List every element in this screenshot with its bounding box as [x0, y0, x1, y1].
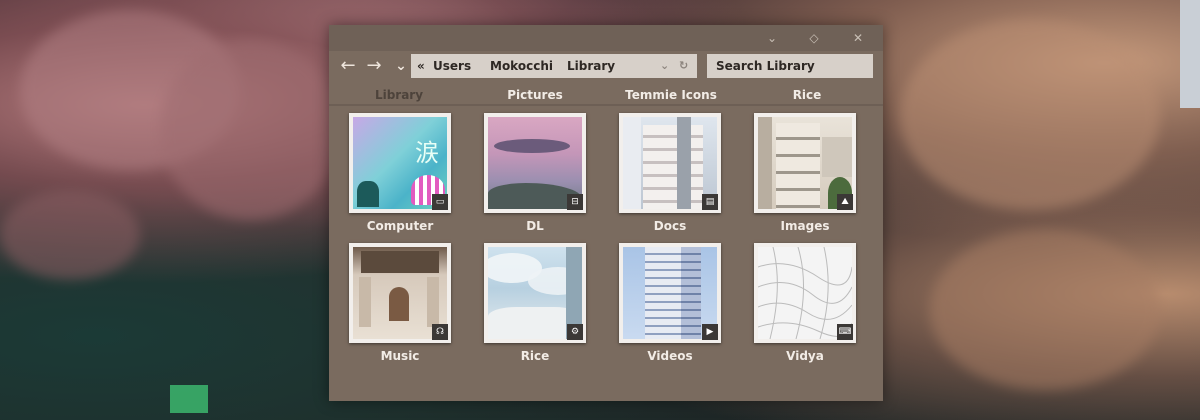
folder-thumbnail: ☊ [349, 243, 451, 343]
breadcrumb-item-users[interactable]: Users [433, 54, 471, 78]
breadcrumb-item-library[interactable]: Library [567, 54, 615, 78]
monitor-icon: ▭ [432, 194, 448, 210]
folder-dl[interactable]: ⊟ DL [484, 113, 588, 233]
folder-thumbnail: 涙 ▭ [349, 113, 451, 213]
arrow-right-icon: → [366, 55, 382, 76]
folder-vidya[interactable]: ⌨ Vidya [754, 243, 858, 363]
breadcrumb-overflow-button[interactable]: « [417, 54, 425, 78]
tab-library[interactable]: Library [331, 85, 467, 105]
chevron-down-icon[interactable]: ⌄ [660, 54, 669, 78]
wallpaper-blossom [160, 40, 340, 220]
toolbar: ← → ⌄ « Users Mokocchi Library ⌄ ↻ [329, 51, 883, 81]
folder-thumbnail: ⛰ [754, 113, 856, 213]
folder-label: Music [380, 349, 420, 363]
folder-label: Computer [366, 219, 434, 233]
video-icon: ▶ [702, 324, 718, 340]
settings-icon: ⚙ [567, 324, 583, 340]
headphones-icon: ☊ [432, 324, 448, 340]
folder-thumbnail: ⚙ [484, 243, 586, 343]
wallpaper-sky [1180, 0, 1200, 108]
breadcrumb: « Users Mokocchi Library ⌄ ↻ [411, 54, 697, 78]
folder-thumbnail: ⌨ [754, 243, 856, 343]
folder-rice[interactable]: ⚙ Rice [484, 243, 588, 363]
document-icon: ▤ [702, 194, 718, 210]
tab-rice[interactable]: Rice [739, 85, 875, 105]
folder-label: Images [780, 219, 830, 233]
folder-thumbnail: ▶ [619, 243, 721, 343]
folder-computer[interactable]: 涙 ▭ Computer [349, 113, 453, 233]
folder-thumbnail: ⊟ [484, 113, 586, 213]
tab-pictures[interactable]: Pictures [467, 85, 603, 105]
tab-divider [329, 104, 883, 106]
tab-bar: Library Pictures Temmie Icons Rice [329, 85, 883, 105]
wallpaper-blossom [0, 190, 140, 280]
folder-label: Rice [520, 349, 550, 363]
folder-thumbnail: ▤ [619, 113, 721, 213]
breadcrumb-item-mokocchi[interactable]: Mokocchi [490, 54, 553, 78]
chevron-down-icon: ⌄ [395, 58, 407, 74]
tab-temmie-icons[interactable]: Temmie Icons [603, 85, 739, 105]
wallpaper-street-light [170, 385, 208, 413]
gamepad-icon: ⌨ [837, 324, 853, 340]
folder-label: Videos [647, 349, 693, 363]
folder-videos[interactable]: ▶ Videos [619, 243, 723, 363]
history-dropdown-button[interactable]: ⌄ [390, 55, 412, 77]
wallpaper-blossom [900, 20, 1160, 210]
arrow-left-icon: ← [340, 55, 356, 76]
folder-images[interactable]: ⛰ Images [754, 113, 858, 233]
folder-label: Docs [653, 219, 687, 233]
mountain-image-icon: ⛰ [837, 194, 853, 210]
download-tray-icon: ⊟ [567, 194, 583, 210]
maximize-button[interactable]: ◇ [805, 29, 823, 47]
file-manager-window: ⌄ ◇ ✕ ← → ⌄ « Users Mokocchi Library ⌄ ↻… [329, 25, 883, 401]
wallpaper-blossom [930, 230, 1160, 390]
folder-label: DL [526, 219, 544, 233]
close-button[interactable]: ✕ [849, 29, 867, 47]
back-button[interactable]: ← [337, 55, 359, 77]
forward-button[interactable]: → [363, 55, 385, 77]
folder-docs[interactable]: ▤ Docs [619, 113, 723, 233]
minimize-button[interactable]: ⌄ [763, 29, 781, 47]
titlebar: ⌄ ◇ ✕ [329, 25, 883, 51]
search-input[interactable] [707, 54, 873, 78]
folder-music[interactable]: ☊ Music [349, 243, 453, 363]
kanji-graphic: 涙 [415, 139, 439, 167]
refresh-icon[interactable]: ↻ [679, 54, 688, 78]
folder-label: Vidya [786, 349, 824, 363]
